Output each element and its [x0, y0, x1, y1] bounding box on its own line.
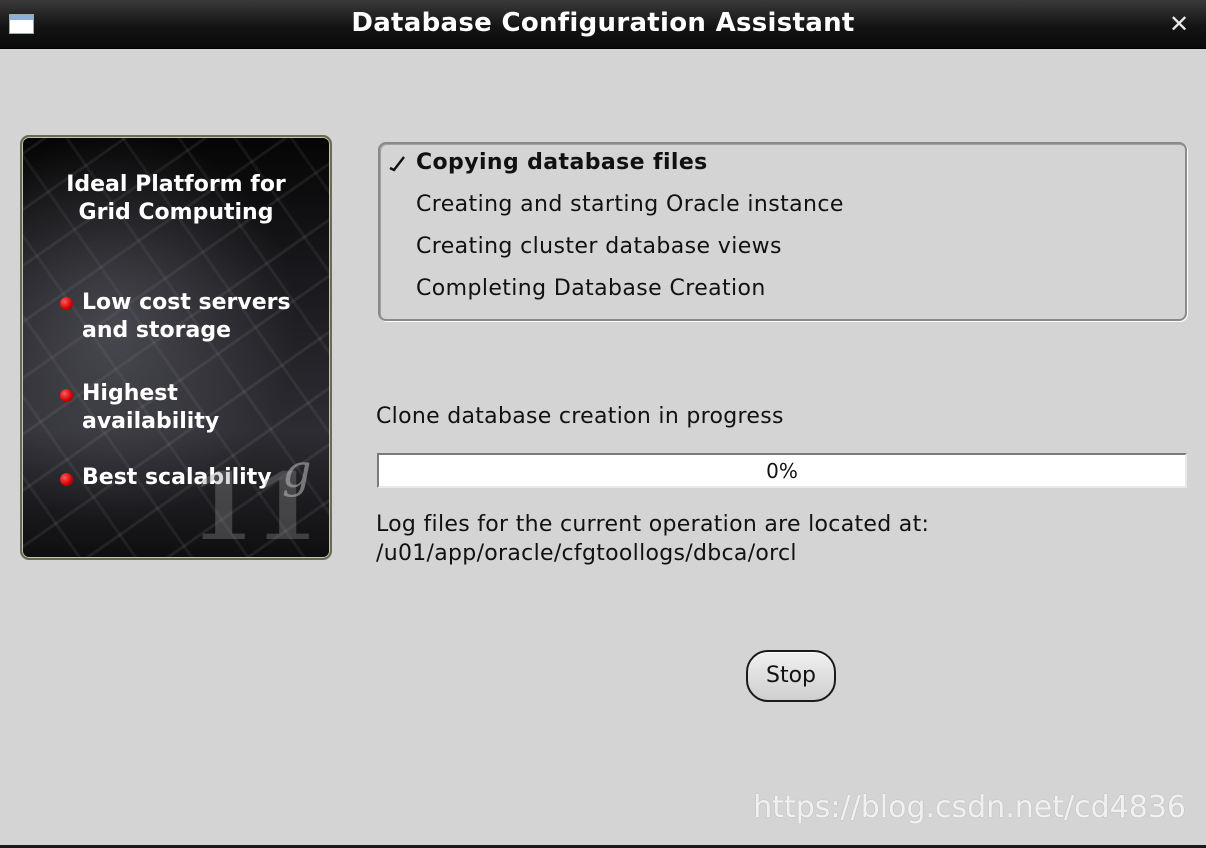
logo-letter: g [282, 444, 312, 498]
progress-bar: 0% [377, 453, 1187, 488]
oracle-11g-logo: 11 g [190, 444, 320, 557]
promo-panel: Ideal Platform for Grid Computing Low co… [20, 135, 332, 560]
step-cluster-views: Creating cluster database views [416, 234, 782, 259]
promo-item-line: Low cost servers [82, 290, 291, 315]
window-title: Database Configuration Assistant [351, 8, 855, 38]
promo-heading-line: Grid Computing [78, 200, 274, 225]
promo-item-low-cost: Low cost servers and storage [82, 289, 322, 345]
red-bullet-icon [60, 389, 73, 402]
step-copying-files: Copying database files [416, 150, 708, 175]
close-icon: ✕ [1168, 10, 1190, 38]
promo-heading-line: Ideal Platform for [66, 172, 286, 197]
red-bullet-icon [60, 297, 73, 310]
step-completing-creation: Completing Database Creation [416, 276, 766, 301]
log-location-path: /u01/app/oracle/cfgtoollogs/dbca/orcl [376, 541, 797, 566]
close-button[interactable]: ✕ [1166, 10, 1192, 38]
dbca-window: Database Configuration Assistant ✕ Ideal… [0, 0, 1206, 848]
stop-button[interactable]: Stop [746, 650, 836, 702]
red-bullet-icon [60, 473, 73, 486]
step-starting-instance: Creating and starting Oracle instance [416, 192, 844, 217]
steps-list: Copying database files Creating and star… [378, 142, 1187, 321]
promo-item-line: and storage [82, 318, 232, 343]
progress-status-text: Clone database creation in progress [376, 404, 784, 429]
promo-heading: Ideal Platform for Grid Computing [22, 171, 330, 227]
log-location-label: Log files for the current operation are … [376, 512, 930, 537]
title-bar[interactable]: Database Configuration Assistant ✕ [0, 0, 1206, 49]
checkmark-icon [389, 156, 405, 172]
watermark-text: https://blog.csdn.net/cd4836 [753, 790, 1186, 825]
progress-percent-label: 0% [766, 459, 798, 483]
